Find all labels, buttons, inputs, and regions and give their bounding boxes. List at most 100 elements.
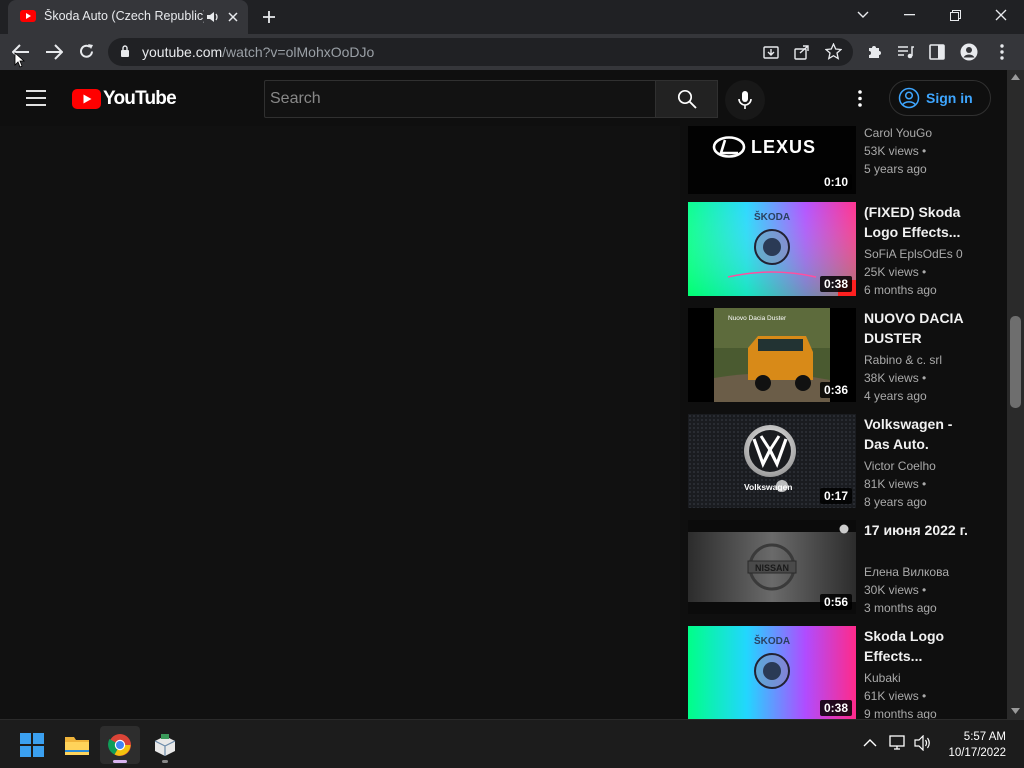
package-icon [154, 734, 176, 756]
url-path: /watch?v=olMohxOoDJo [222, 44, 375, 60]
bookmark-star-icon[interactable] [825, 43, 842, 60]
recommended-video[interactable]: Volkswagen 0:17 Volkswagen - Das Auto. V… [688, 414, 988, 510]
video-thumbnail[interactable]: Nuovo Dacia Duster 0:36 [688, 308, 856, 402]
active-app-indicator [113, 760, 127, 763]
hamburger-menu-icon[interactable] [26, 90, 46, 106]
recommended-video[interactable]: Nuovo Dacia Duster 0:36 NUOVO DACIA DUST… [688, 308, 988, 404]
view-count: 61K views • [864, 689, 927, 703]
settings-more-icon[interactable] [857, 90, 863, 107]
video-duration: 0:56 [819, 594, 852, 610]
minimize-icon [903, 14, 915, 16]
new-tab-icon[interactable] [262, 10, 276, 24]
search-button[interactable] [655, 80, 718, 118]
minimize-button[interactable] [886, 0, 932, 30]
search-input[interactable] [270, 87, 640, 111]
address-bar[interactable]: youtube.com/watch?v=olMohxOoDJo [108, 38, 853, 66]
extensions-icon[interactable] [866, 44, 882, 60]
channel-name[interactable]: Rabino & c. srl [864, 353, 984, 367]
channel-name[interactable]: Елена Вилкова [864, 565, 984, 579]
upload-age: 8 years ago [864, 495, 927, 509]
upload-age: 9 months ago [864, 707, 937, 719]
tab-search-button[interactable] [840, 0, 886, 30]
install-app-icon[interactable] [763, 44, 779, 60]
close-window-button[interactable] [978, 0, 1024, 30]
video-thumbnail[interactable]: NISSAN 0:56 [688, 520, 856, 614]
video-thumbnail[interactable]: LEXUS 0:10 [688, 126, 856, 194]
video-duration: 0:10 [819, 174, 852, 190]
share-icon[interactable] [794, 44, 810, 60]
media-controls-icon[interactable] [897, 44, 915, 60]
youtube-logo-text: YouTube [103, 88, 177, 109]
microphone-icon [738, 91, 752, 109]
chevron-down-icon [857, 11, 869, 18]
view-count: 38K views • [864, 371, 927, 385]
app-installer-button[interactable] [145, 726, 185, 764]
network-icon[interactable] [889, 735, 907, 751]
folder-icon [65, 737, 89, 755]
close-tab-icon[interactable] [228, 12, 238, 22]
video-title[interactable]: 17 июня 2022 г. [864, 520, 976, 540]
browser-toolbar: youtube.com/watch?v=olMohxOoDJo [0, 34, 1024, 70]
voice-search-button[interactable] [725, 80, 765, 120]
watch-page-content: LEXUS 0:10 Carol YouGo 53K views • 5 yea… [0, 126, 1007, 719]
dacia-caption: Nuovo Dacia Duster [728, 315, 787, 322]
youtube-header: YouTube Sign in [0, 70, 1007, 126]
browser-tab[interactable]: Škoda Auto (Czech Republic) [8, 0, 248, 34]
video-area[interactable] [0, 126, 680, 719]
clock-time: 5:57 AM [963, 731, 1006, 743]
running-app-indicator [162, 760, 168, 763]
audio-playing-icon[interactable] [206, 11, 220, 23]
search-box [264, 80, 656, 118]
video-duration: 0:17 [819, 488, 852, 504]
nissan-wordmark: NISSAN [755, 563, 789, 573]
chrome-icon [108, 734, 131, 756]
channel-name[interactable]: SoFiA EplsOdEs 0 [864, 247, 984, 261]
channel-name[interactable]: Carol YouGo [864, 126, 984, 140]
page-scrollbar[interactable] [1007, 70, 1024, 719]
video-thumbnail[interactable]: Volkswagen 0:17 [688, 414, 856, 508]
video-thumbnail[interactable]: ŠKODA 0:38 [688, 202, 856, 296]
upload-age: 3 months ago [864, 601, 937, 615]
file-explorer-button[interactable] [57, 726, 97, 764]
recommended-video[interactable]: NISSAN 0:56 17 июня 2022 г. Елена Вилков… [688, 520, 988, 616]
restore-icon [949, 9, 961, 21]
channel-name[interactable]: Victor Coelho [864, 459, 984, 473]
video-title[interactable]: Skoda Logo Effects... [864, 626, 976, 666]
browser-menu-icon[interactable] [999, 44, 1005, 60]
volume-icon[interactable] [914, 735, 932, 751]
url-text[interactable]: youtube.com/watch?v=olMohxOoDJo [142, 44, 374, 60]
system-clock[interactable]: 5:57 AM 10/17/2022 [948, 729, 1006, 761]
scroll-down-arrow-icon[interactable] [1011, 708, 1020, 714]
recommended-video[interactable]: ŠKODA 0:38 (FIXED) Skoda Logo Effects...… [688, 202, 988, 298]
recommended-video[interactable]: ŠKODA 0:38 Skoda Logo Effects... Kubaki … [688, 626, 988, 719]
windows-logo-icon [20, 733, 44, 757]
side-panel-icon[interactable] [929, 44, 945, 60]
reload-icon[interactable] [78, 43, 95, 60]
video-title[interactable]: (FIXED) Skoda Logo Effects... [864, 202, 976, 242]
video-title[interactable]: NUOVO DACIA DUSTER [864, 308, 976, 348]
video-thumbnail[interactable]: ŠKODA 0:38 [688, 626, 856, 719]
forward-arrow-icon[interactable] [45, 44, 63, 60]
video-duration: 0:38 [819, 276, 852, 292]
search-icon [677, 89, 697, 109]
youtube-logo[interactable]: YouTube [72, 88, 177, 110]
channel-name[interactable]: Kubaki [864, 671, 984, 685]
view-count: 30K views • [864, 583, 927, 597]
scrollbar-thumb[interactable] [1010, 316, 1021, 408]
lock-icon[interactable] [120, 45, 130, 58]
sign-in-label: Sign in [926, 90, 973, 106]
show-hidden-icons-icon[interactable] [863, 738, 877, 747]
start-button[interactable] [12, 726, 52, 764]
sign-in-button[interactable]: Sign in [889, 80, 991, 116]
chrome-taskbar-button[interactable] [100, 726, 140, 764]
youtube-logo-icon [72, 89, 101, 109]
restore-button[interactable] [932, 0, 978, 30]
profile-icon[interactable] [960, 43, 978, 61]
video-title[interactable]: Volkswagen - Das Auto. [864, 414, 976, 454]
upload-age: 5 years ago [864, 162, 927, 176]
scroll-up-arrow-icon[interactable] [1011, 74, 1020, 80]
view-count: 81K views • [864, 477, 927, 491]
close-icon [995, 9, 1007, 21]
upload-age: 4 years ago [864, 389, 927, 403]
video-duration: 0:36 [819, 382, 852, 398]
